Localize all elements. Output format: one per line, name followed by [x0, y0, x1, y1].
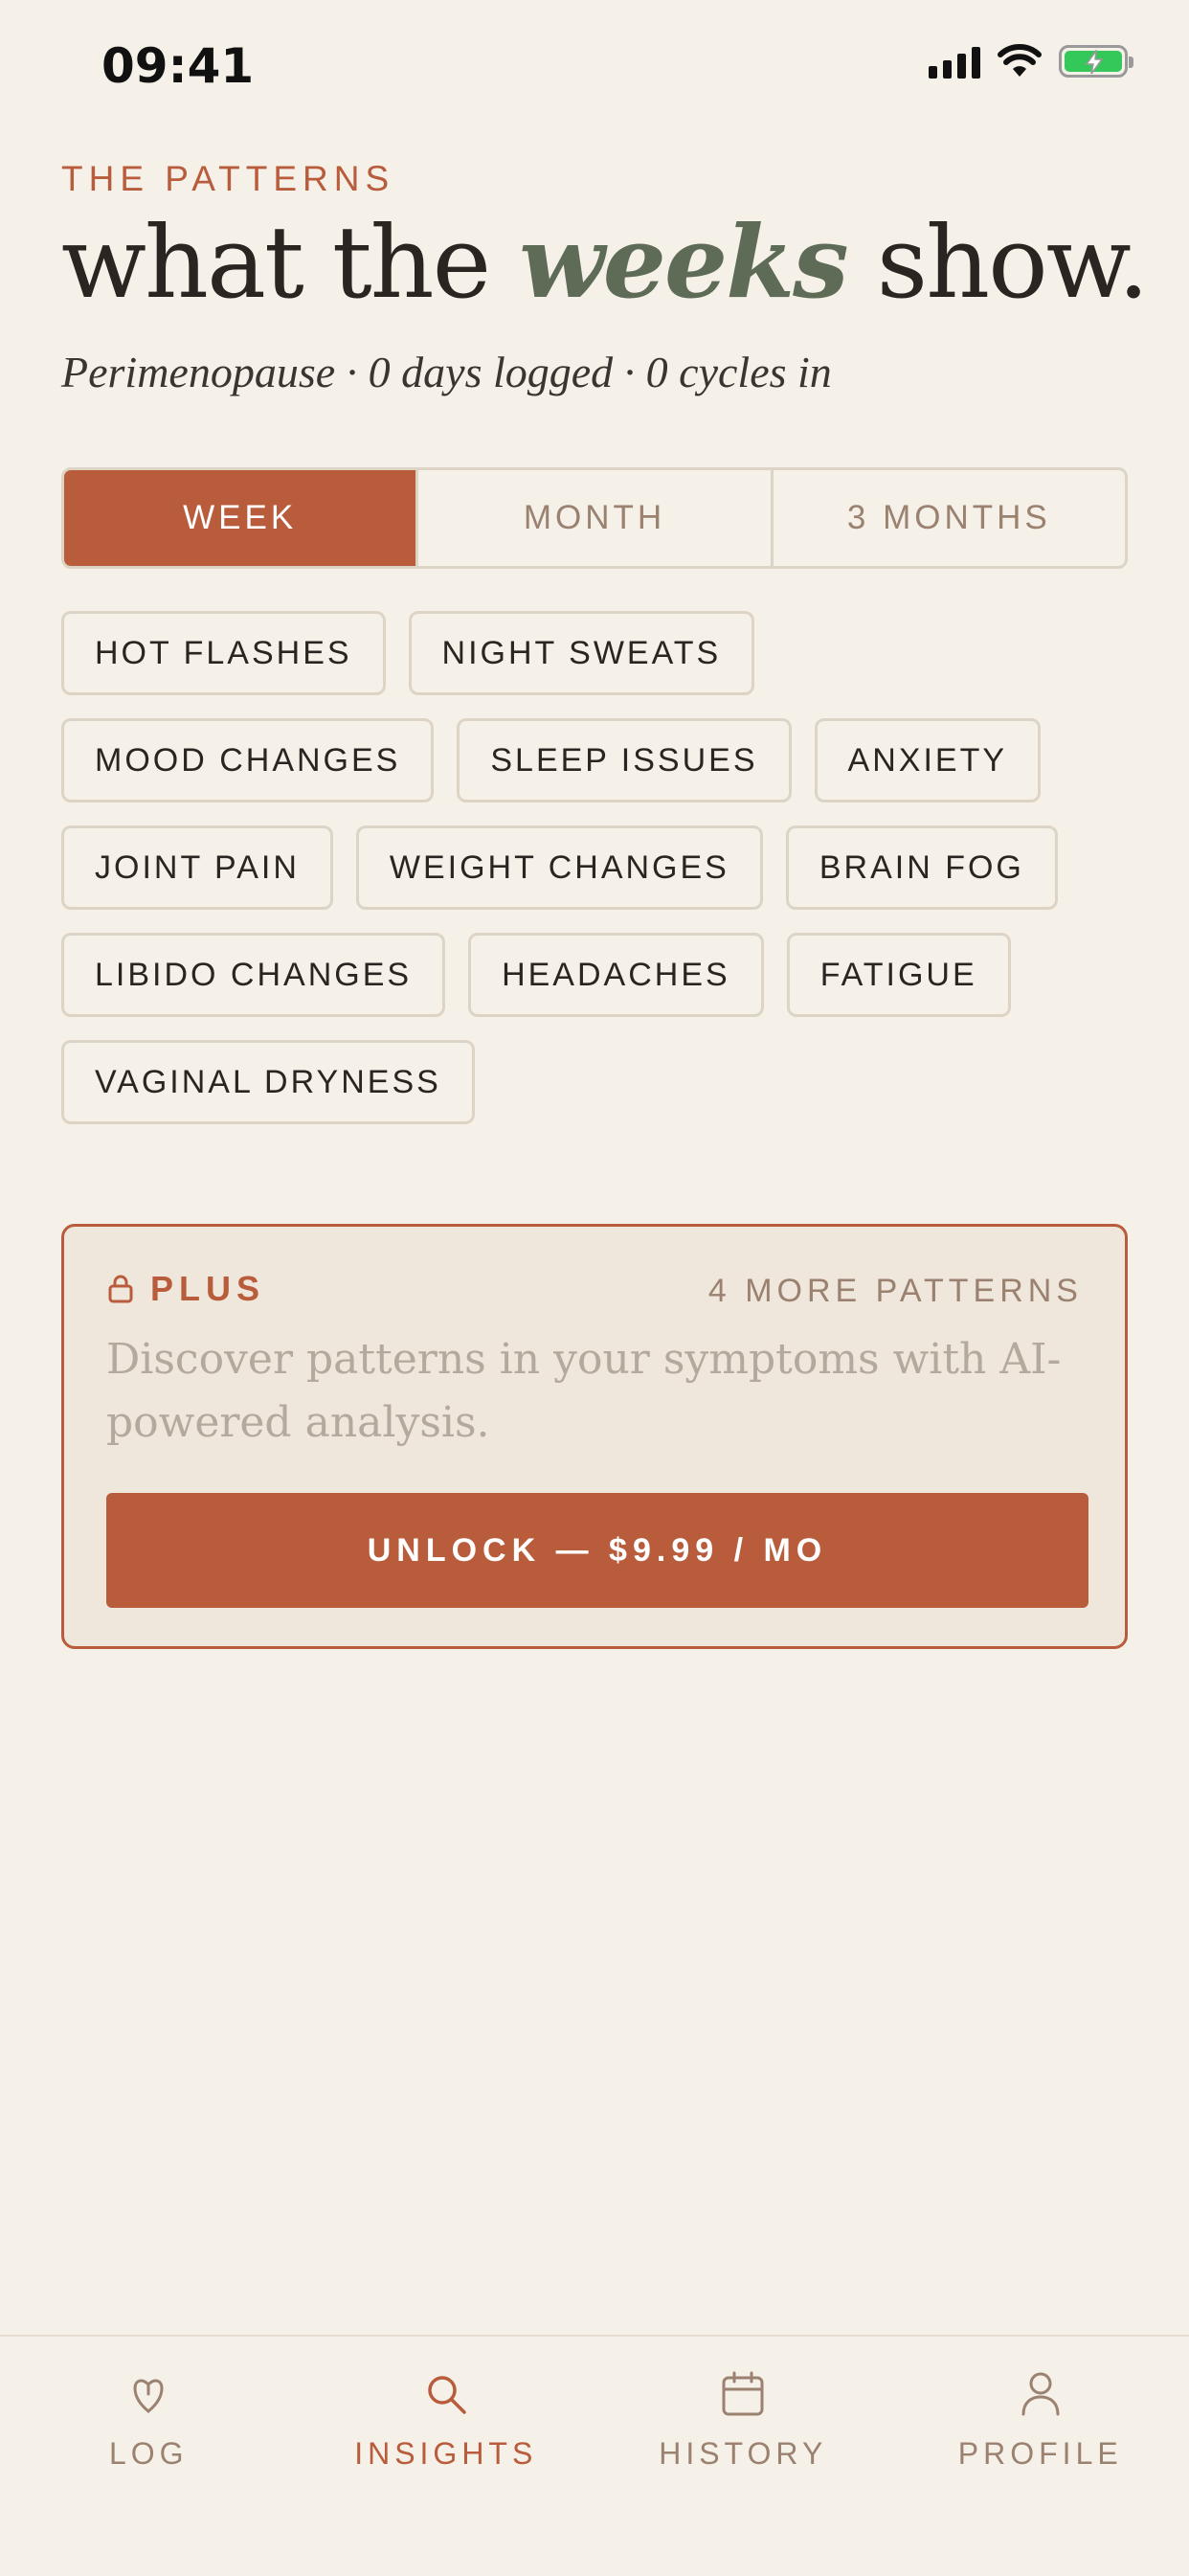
- person-icon: [1020, 2365, 1062, 2423]
- status-time: 09:41: [101, 38, 254, 94]
- plus-label: PLUS: [108, 1269, 265, 1309]
- chip-row: LIBIDO CHANGES HEADACHES FATIGUE: [61, 933, 1128, 1017]
- symptom-chip-brain-fog[interactable]: BRAIN FOG: [786, 825, 1058, 910]
- symptom-chip-mood-changes[interactable]: MOOD CHANGES: [61, 718, 434, 802]
- symptom-chip-sleep-issues[interactable]: SLEEP ISSUES: [457, 718, 791, 802]
- tab-label: LOG: [109, 2436, 189, 2472]
- symptom-chip-headaches[interactable]: HEADACHES: [468, 933, 764, 1017]
- tab-history[interactable]: HISTORY: [594, 2337, 892, 2576]
- symptom-chip-night-sweats[interactable]: NIGHT SWEATS: [409, 611, 755, 695]
- symptom-chip-hot-flashes[interactable]: HOT FLASHES: [61, 611, 386, 695]
- symptom-chip-weight-changes[interactable]: WEIGHT CHANGES: [356, 825, 763, 910]
- section-eyebrow: THE PATTERNS: [61, 159, 394, 199]
- lock-icon: [108, 1275, 133, 1303]
- symptom-chip-joint-pain[interactable]: JOINT PAIN: [61, 825, 333, 910]
- page-title: what the weeks show.: [61, 203, 1148, 321]
- range-option-3-months[interactable]: 3 MONTHS: [771, 470, 1125, 566]
- tab-log[interactable]: LOG: [0, 2337, 298, 2576]
- tab-label: PROFILE: [958, 2436, 1123, 2472]
- wifi-icon: [998, 44, 1042, 79]
- page-subtitle: Perimenopause · 0 days logged · 0 cycles…: [61, 347, 832, 397]
- title-emphasis: weeks: [519, 203, 846, 321]
- range-selector: WEEK MONTH 3 MONTHS: [61, 467, 1128, 569]
- tab-label: HISTORY: [659, 2436, 827, 2472]
- heart-drop-icon: [129, 2365, 168, 2423]
- status-bar: 09:41: [0, 0, 1189, 124]
- plus-badge-text: PLUS: [150, 1269, 265, 1309]
- range-option-month[interactable]: MONTH: [415, 470, 770, 566]
- symptom-chip-libido-changes[interactable]: LIBIDO CHANGES: [61, 933, 445, 1017]
- symptom-chip-vaginal-dryness[interactable]: VAGINAL DRYNESS: [61, 1040, 475, 1124]
- chip-row: MOOD CHANGES SLEEP ISSUES ANXIETY: [61, 718, 1128, 802]
- title-pre: what the: [61, 204, 489, 321]
- chip-row: HOT FLASHES NIGHT SWEATS: [61, 611, 1128, 695]
- unlock-button[interactable]: UNLOCK — $9.99 / MO: [106, 1493, 1088, 1608]
- tab-profile[interactable]: PROFILE: [892, 2337, 1189, 2576]
- title-post: show.: [877, 204, 1148, 321]
- more-patterns-count: 4 MORE PATTERNS: [708, 1273, 1083, 1310]
- symptom-chips: HOT FLASHES NIGHT SWEATS MOOD CHANGES SL…: [61, 611, 1128, 1147]
- plus-upsell-card: PLUS 4 MORE PATTERNS Discover patterns i…: [61, 1224, 1128, 1649]
- tab-insights[interactable]: INSIGHTS: [298, 2337, 595, 2576]
- status-icons: [929, 44, 1128, 79]
- calendar-icon: [721, 2365, 765, 2423]
- tab-label: INSIGHTS: [354, 2436, 537, 2472]
- bottom-tab-bar: LOG INSIGHTS HISTORY PROFILE: [0, 2335, 1189, 2576]
- symptom-chip-anxiety[interactable]: ANXIETY: [815, 718, 1041, 802]
- chip-row: JOINT PAIN WEIGHT CHANGES BRAIN FOG: [61, 825, 1128, 910]
- search-icon: [423, 2365, 469, 2423]
- battery-charging-icon: [1059, 45, 1128, 78]
- cellular-signal-icon: [929, 44, 980, 79]
- plus-description: Discover patterns in your symptoms with …: [106, 1328, 1083, 1455]
- chip-row: VAGINAL DRYNESS: [61, 1040, 1128, 1124]
- range-option-week[interactable]: WEEK: [64, 470, 415, 566]
- symptom-chip-fatigue[interactable]: FATIGUE: [787, 933, 1011, 1017]
